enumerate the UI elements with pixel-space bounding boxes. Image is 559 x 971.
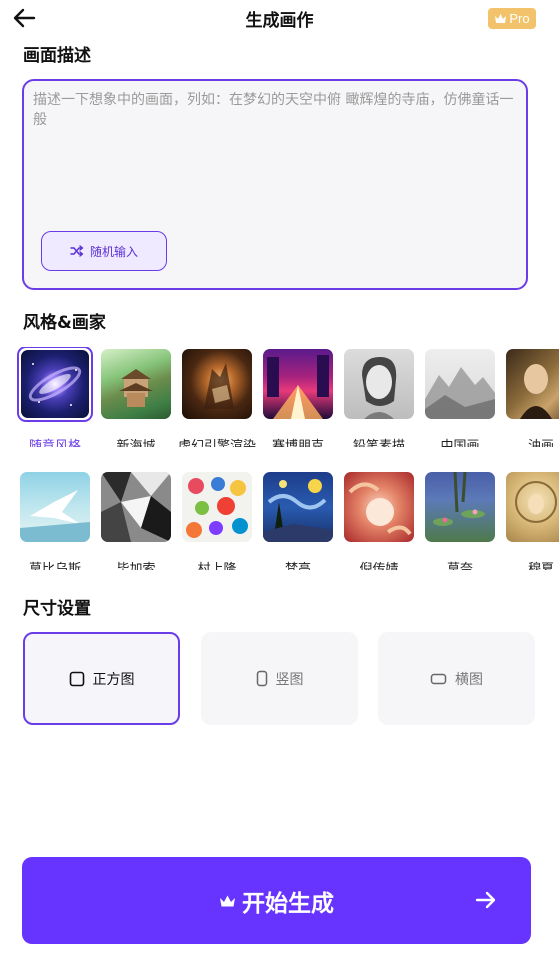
landscape-icon — [425, 367, 495, 419]
building-icon — [204, 363, 234, 409]
style-row-1: 随意风格 新海城 虚幻引擎渲染 赛博朋克 铅笔素描 中国画 油画 — [0, 347, 559, 447]
style-thumbnail-murakami — [182, 472, 252, 542]
style-thumbnail-pencil — [344, 349, 414, 419]
size-option-label: 竖图 — [275, 671, 304, 688]
page-title: 生成画作 — [245, 11, 314, 31]
crown-icon — [220, 895, 235, 906]
style-item-mucha[interactable]: 穆夏 — [504, 470, 559, 570]
style-item-chinese[interactable]: 中国画 — [423, 347, 497, 447]
style-item-ni[interactable]: 倪传婧 — [342, 470, 416, 570]
galaxy-icon — [28, 363, 82, 406]
arrow-right-icon — [475, 891, 496, 909]
water-lily-icon — [433, 472, 485, 526]
style-label: 铅笔素描 — [352, 439, 405, 447]
style-item-cyberpunk[interactable]: 赛博朋克 — [261, 347, 335, 447]
styles-section-title: 风格&画家 — [23, 313, 106, 333]
style-item-unreal[interactable]: 虚幻引擎渲染 — [178, 347, 256, 447]
generate-label: 开始生成 — [242, 890, 334, 917]
style-item-murakami[interactable]: 村上隆 — [180, 470, 254, 570]
style-label: 赛博朋克 — [271, 439, 324, 447]
house-icon — [119, 369, 153, 407]
shuffle-icon — [70, 245, 84, 257]
style-thumbnail-mucha — [506, 472, 559, 542]
generate-content: 开始生成 — [219, 884, 334, 918]
size-option-label: 正方图 — [92, 671, 135, 688]
description-input[interactable] — [33, 90, 519, 210]
bird-icon — [20, 490, 90, 542]
style-thumbnail-unreal — [182, 349, 252, 419]
mucha-portrait-icon — [515, 481, 557, 523]
style-thumbnail-shinkai — [101, 349, 171, 419]
style-label: 随意风格 — [28, 439, 81, 447]
cubist-icon — [101, 472, 171, 542]
style-item-moebius[interactable]: 莫比乌斯 — [18, 470, 92, 570]
description-box: 随机输入 — [22, 79, 528, 290]
style-item-random[interactable]: 随意风格 — [17, 347, 93, 447]
size-option-landscape[interactable]: 横图 — [378, 632, 535, 725]
size-option-square[interactable]: 正方图 — [23, 632, 180, 725]
style-thumbnail-oil — [506, 349, 559, 419]
style-item-picasso[interactable]: 毕加索 — [99, 470, 173, 570]
generate-button[interactable]: 开始生成 — [22, 857, 531, 944]
style-thumbnail-ni — [344, 472, 414, 542]
style-thumbnail-random — [21, 350, 89, 418]
style-item-shinkai[interactable]: 新海城 — [99, 347, 173, 447]
flowers-icon — [186, 477, 248, 538]
style-label: 倪传婧 — [359, 562, 399, 570]
style-label: 梵高 — [284, 562, 311, 570]
description-section-title: 画面描述 — [23, 46, 91, 66]
top-bar: 生成画作 Pro — [0, 0, 559, 36]
size-option-portrait[interactable]: 竖图 — [201, 632, 358, 725]
portrait-rect-icon — [256, 670, 267, 687]
portrait-icon — [362, 357, 397, 419]
style-label: 莫奈 — [446, 562, 473, 570]
style-label: 穆夏 — [527, 562, 554, 570]
pro-badge[interactable]: Pro — [488, 8, 536, 29]
style-row-2: 莫比乌斯 毕加索 村上隆 梵高 倪传婧 莫奈 穆夏 — [0, 470, 559, 570]
random-input-label: 随机输入 — [89, 244, 138, 259]
style-thumbnail-picasso — [101, 472, 171, 542]
style-label: 莫比乌斯 — [28, 562, 81, 570]
style-label: 虚幻引擎渲染 — [177, 439, 256, 447]
style-label: 新海城 — [116, 439, 156, 447]
style-label: 村上隆 — [197, 562, 237, 570]
style-thumbnail-cyberpunk — [263, 349, 333, 419]
size-section-title: 尺寸设置 — [23, 599, 91, 619]
random-input-button[interactable]: 随机输入 — [41, 231, 167, 271]
style-label: 毕加索 — [116, 562, 156, 570]
square-icon — [69, 671, 84, 686]
pro-label: Pro — [509, 11, 530, 26]
style-item-oil[interactable]: 油画 — [504, 347, 559, 447]
crown-icon — [495, 14, 507, 23]
style-thumbnail-vangogh — [263, 472, 333, 542]
portrait-oil-icon — [520, 364, 552, 419]
landscape-rect-icon — [430, 673, 447, 684]
style-thumbnail-chinese — [425, 349, 495, 419]
city-icon — [267, 355, 329, 419]
style-item-vangogh[interactable]: 梵高 — [261, 470, 335, 570]
style-item-pencil[interactable]: 铅笔素描 — [342, 347, 416, 447]
style-label: 油画 — [527, 439, 554, 447]
style-item-monet[interactable]: 莫奈 — [423, 470, 497, 570]
style-thumbnail-monet — [425, 472, 495, 542]
starry-night-icon — [263, 479, 333, 542]
style-label: 中国画 — [440, 439, 480, 447]
style-thumbnail-moebius — [20, 472, 90, 542]
size-option-label: 横图 — [455, 671, 483, 688]
ornament-icon — [348, 482, 412, 536]
